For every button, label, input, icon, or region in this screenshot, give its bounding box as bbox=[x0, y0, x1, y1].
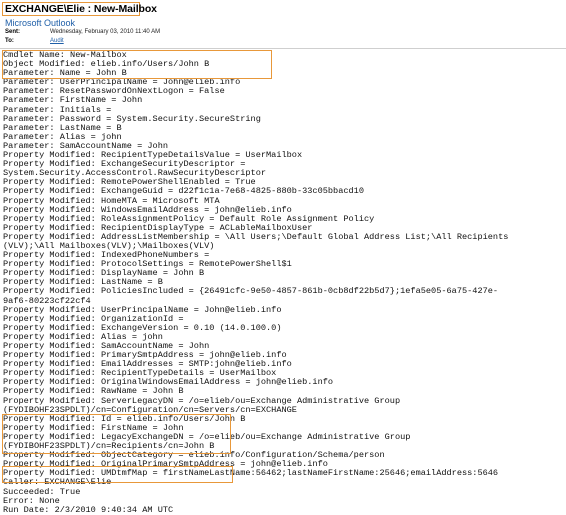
log-line: Property Modified: WindowsEmailAddress =… bbox=[3, 205, 292, 215]
log-line: Property Modified: LegacyExchangeDN = /o… bbox=[3, 432, 411, 442]
log-line: Property Modified: LastName = B bbox=[3, 278, 163, 288]
log-line: Error: None bbox=[3, 496, 60, 506]
log-line: Property Modified: EmailAddresses = SMTP… bbox=[3, 360, 292, 370]
log-line: Caller: EXCHANGE\Elie bbox=[3, 478, 112, 488]
log-line: (FYDIBOHF23SPDLT)/cn=Configuration/cn=Se… bbox=[3, 405, 297, 415]
log-line: Property Modified: ServerLegacyDN = /o=e… bbox=[3, 396, 401, 406]
app-name: Microsoft Outlook bbox=[5, 18, 76, 28]
log-line: Parameter: ResetPasswordOnNextLogon = Fa… bbox=[3, 87, 225, 97]
log-line: Parameter: Password = System.Security.Se… bbox=[3, 114, 261, 124]
log-line: Property Modified: FirstName = John bbox=[3, 423, 184, 433]
log-line: Parameter: Name = John B bbox=[3, 69, 127, 79]
log-line: Property Modified: OriginalPrimarySmtpAd… bbox=[3, 460, 328, 470]
log-line: Property Modified: IndexedPhoneNumbers = bbox=[3, 251, 210, 261]
log-line: System.Security.AccessControl.RawSecurit… bbox=[3, 169, 267, 179]
log-line: Property Modified: OrganizationId = bbox=[3, 314, 184, 324]
log-line: Succeeded: True bbox=[3, 487, 81, 497]
log-line: Property Modified: PoliciesIncluded = {2… bbox=[3, 287, 499, 297]
log-line: Parameter: Initials = bbox=[3, 105, 112, 115]
log-line: Object Modified: elieb.info/Users/John B bbox=[3, 60, 210, 70]
message-body: Cmdlet Name: New-Mailbox Object Modified:… bbox=[3, 51, 563, 515]
log-line: Property Modified: RoleAssignmentPolicy … bbox=[3, 214, 375, 224]
log-line: Property Modified: RecipientTypeDetails … bbox=[3, 369, 277, 379]
log-line: Cmdlet Name: New-Mailbox bbox=[3, 51, 127, 60]
message-subject: EXCHANGE\Elie : New-Mailbox bbox=[5, 3, 157, 15]
log-line: Property Modified: RemotePowerShellEnabl… bbox=[3, 178, 256, 188]
log-line: Parameter: LastName = B bbox=[3, 123, 122, 133]
log-line: Parameter: SamAccountName = John bbox=[3, 141, 169, 151]
log-line: Property Modified: ObjectCategory = elie… bbox=[3, 451, 385, 461]
log-line: Property Modified: OriginalWindowsEmailA… bbox=[3, 378, 334, 388]
log-line: Property Modified: PrimarySmtpAddress = … bbox=[3, 351, 287, 361]
log-line: Property Modified: HomeMTA = Microsoft M… bbox=[3, 196, 220, 206]
header-divider bbox=[0, 48, 566, 49]
log-line: Property Modified: UMDtmfMap = firstName… bbox=[3, 469, 499, 479]
to-label: To: bbox=[5, 38, 14, 44]
log-line: Property Modified: SamAccountName = John bbox=[3, 342, 210, 351]
log-line: Run Date: 2/3/2010 9:40:34 AM UTC bbox=[3, 505, 174, 515]
log-line: Property Modified: DisplayName = John B bbox=[3, 269, 205, 279]
sent-label: Sent: bbox=[5, 29, 20, 35]
log-line: Property Modified: AddressListMembership… bbox=[3, 232, 509, 242]
log-line: Property Modified: ProtocolSettings = Re… bbox=[3, 260, 292, 270]
sent-value: Wednesday, February 03, 2010 11:40 AM bbox=[50, 29, 161, 35]
log-line: Property Modified: UserPrincipalName = J… bbox=[3, 305, 282, 315]
log-line: (VLV);\All Mailboxes(VLV);\Mailboxes(VLV… bbox=[3, 241, 215, 251]
recipient-link[interactable]: Audit bbox=[50, 38, 64, 44]
log-line: Property Modified: ExchangeSecurityDescr… bbox=[3, 160, 246, 170]
log-line: Property Modified: ExchangeVersion = 0.1… bbox=[3, 323, 282, 333]
log-line: Parameter: Alias = john bbox=[3, 132, 122, 142]
log-line: Property Modified: RecipientTypeDetailsV… bbox=[3, 151, 303, 161]
log-line: Property Modified: Id = elieb.info/Users… bbox=[3, 414, 246, 424]
log-line: Property Modified: RawName = John B bbox=[3, 387, 184, 397]
log-line: (FYDIBOHF23SPDLT)/cn=Recipients/cn=John … bbox=[3, 442, 215, 452]
log-line: Property Modified: RecipientDisplayType … bbox=[3, 223, 313, 233]
log-line: Property Modified: ExchangeGuid = d22f1c… bbox=[3, 187, 364, 197]
log-line: 9af6-80223cf22cf4 bbox=[3, 296, 91, 306]
log-line: Parameter: UserPrincipalName = John@elie… bbox=[3, 78, 241, 88]
log-line: Parameter: FirstName = John bbox=[3, 96, 143, 106]
log-line: Property Modified: Alias = john bbox=[3, 332, 163, 342]
